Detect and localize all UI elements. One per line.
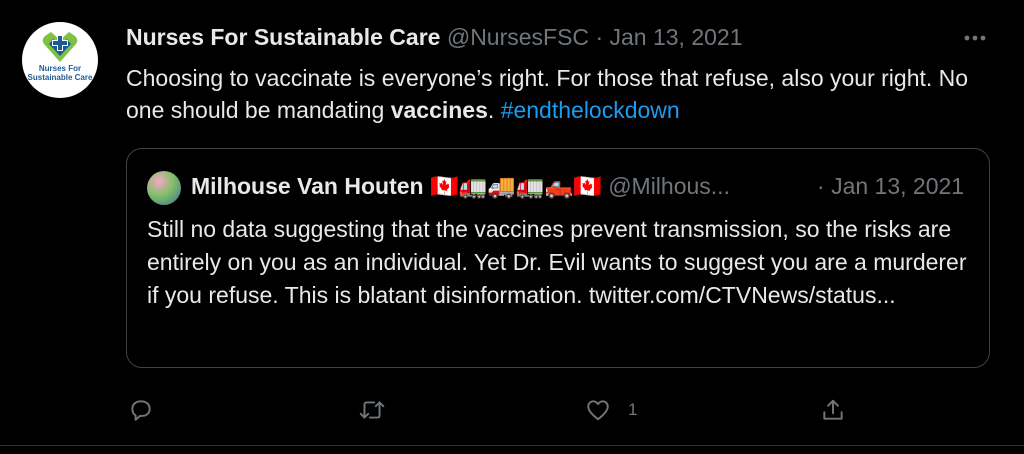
tweet-header: Nurses For Sustainable Care @NursesFSC ·… [126, 24, 743, 51]
more-options-button[interactable] [958, 26, 992, 50]
tweet-date[interactable]: Jan 13, 2021 [610, 24, 743, 50]
quoted-author-handle: @Milhous... [608, 173, 730, 199]
header-separator: · [595, 24, 604, 50]
quoted-author-name: Milhouse Van Houten [191, 173, 424, 199]
heart-icon [587, 400, 609, 421]
tweet-text-part2: . [487, 97, 501, 123]
retweet-icon [359, 401, 385, 419]
quoted-author-avatar [147, 171, 181, 205]
retweet-button[interactable] [358, 392, 386, 428]
quoted-tweet-header: Milhouse Van Houten 🇨🇦🚛🚚🚛🛻🇨🇦 @Milhous... [191, 173, 730, 200]
author-name[interactable]: Nurses For Sustainable Care [126, 24, 440, 50]
tweet-text: Choosing to vaccinate is everyone’s righ… [126, 62, 986, 126]
share-icon [823, 399, 843, 420]
reply-icon [131, 400, 151, 421]
bottom-divider [0, 445, 1024, 446]
share-button[interactable] [820, 392, 846, 428]
like-button[interactable]: 1 [584, 392, 637, 428]
avatar-logo-text: Nurses For Sustainable Care [27, 64, 93, 82]
quoted-tweet-date: Jan 13, 2021 [831, 173, 965, 199]
quoted-tweet-card[interactable]: Milhouse Van Houten 🇨🇦🚛🚚🚛🛻🇨🇦 @Milhous...… [126, 148, 990, 368]
quoted-tweet-date-wrap: · Jan 13, 2021 [817, 173, 964, 200]
like-count: 1 [628, 400, 638, 419]
ellipsis-icon [964, 35, 986, 41]
quoted-tweet-text: Still no data suggesting that the vaccin… [147, 216, 967, 308]
tweet-text-bold: vaccines [390, 97, 488, 123]
tweet-actions-bar: 1 [126, 392, 986, 428]
author-avatar[interactable]: Nurses For Sustainable Care [22, 22, 98, 98]
quoted-separator: · [817, 173, 825, 199]
author-handle[interactable]: @NursesFSC [447, 24, 589, 50]
quoted-name-emoji: 🇨🇦🚛🚚🚛🛻🇨🇦 [429, 173, 602, 199]
hashtag-link[interactable]: #endthelockdown [501, 97, 680, 123]
reply-button[interactable] [128, 392, 154, 428]
nurses-logo-icon [42, 32, 78, 62]
